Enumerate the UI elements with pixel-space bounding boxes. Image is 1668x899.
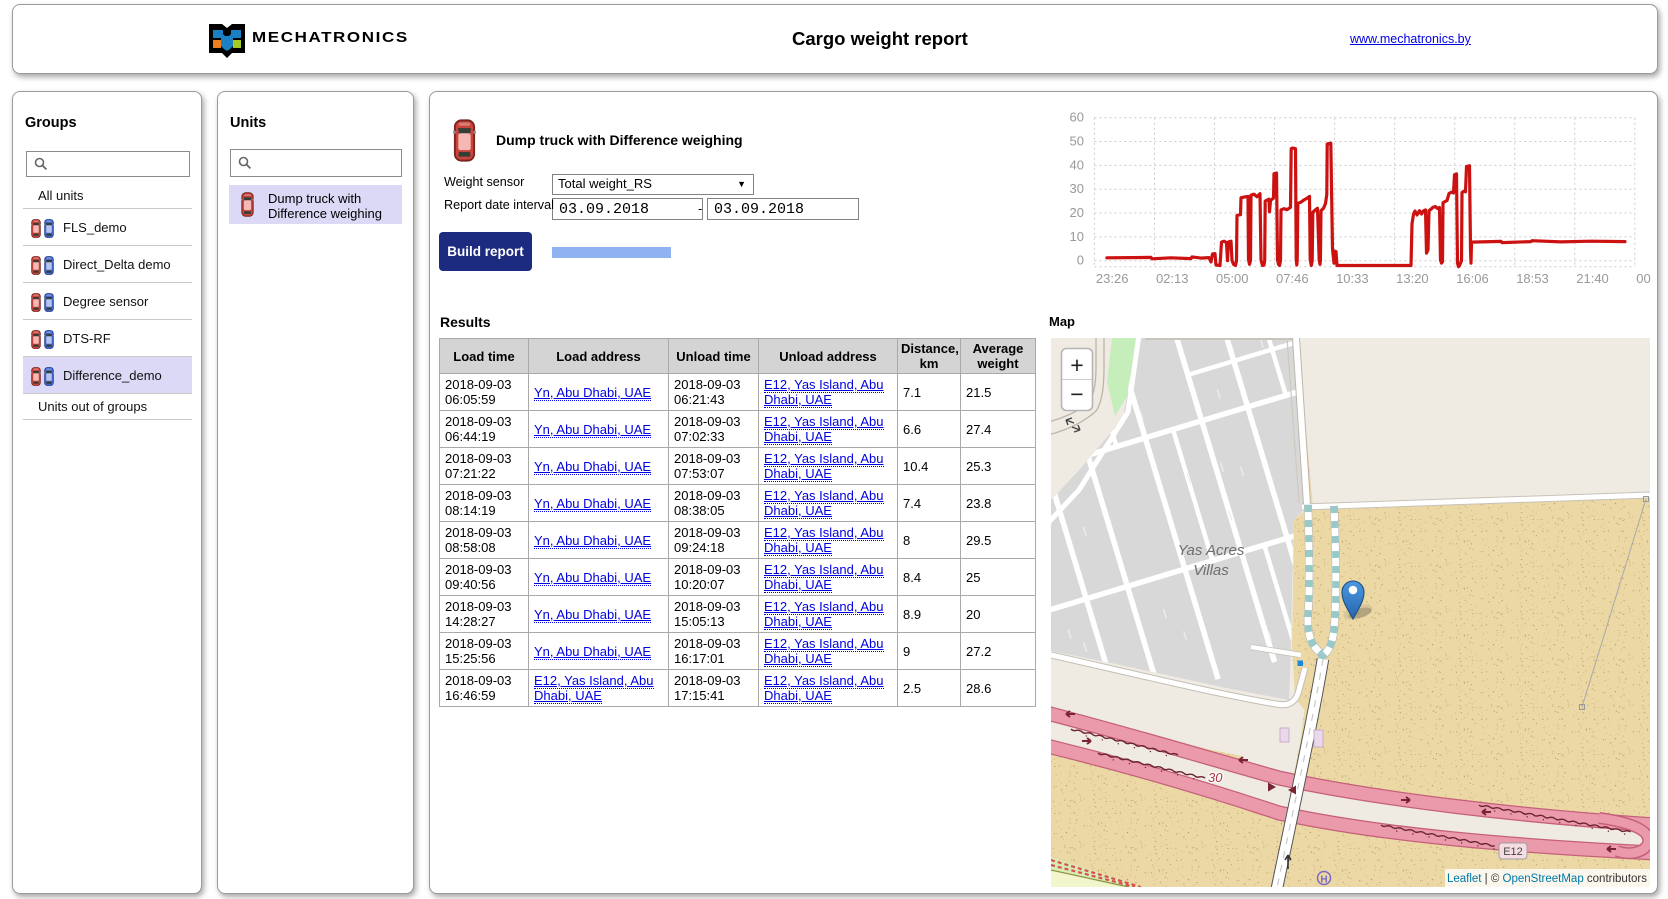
svg-text:10:33: 10:33 (1336, 271, 1369, 286)
svg-text:07:46: 07:46 (1276, 271, 1309, 286)
svg-text:50: 50 (1070, 134, 1084, 149)
svg-text:18:53: 18:53 (1516, 271, 1549, 286)
svg-text:30: 30 (1070, 181, 1084, 196)
svg-text:Villas: Villas (1193, 562, 1229, 579)
svg-text:60: 60 (1070, 110, 1084, 125)
svg-text:40: 40 (1070, 157, 1084, 172)
svg-text:+: + (1070, 352, 1083, 378)
svg-text:05:00: 05:00 (1216, 271, 1249, 286)
svg-text:0: 0 (1077, 253, 1084, 268)
svg-text:Yas Acres: Yas Acres (1178, 542, 1245, 559)
svg-text:13:20: 13:20 (1396, 271, 1429, 286)
svg-text:02:13: 02:13 (1156, 271, 1189, 286)
svg-text:−: − (1070, 381, 1083, 407)
svg-text:16:06: 16:06 (1456, 271, 1489, 286)
svg-text:30: 30 (1208, 770, 1223, 785)
svg-text:E12: E12 (1503, 846, 1523, 858)
svg-text:23:26: 23:26 (1096, 271, 1129, 286)
svg-text:H: H (1320, 875, 1327, 886)
svg-text:21:40: 21:40 (1576, 271, 1609, 286)
svg-text:Leaflet | © OpenStreetMap cont: Leaflet | © OpenStreetMap contributors (1447, 873, 1647, 885)
svg-text:00: 00 (1636, 271, 1650, 286)
svg-text:20: 20 (1070, 205, 1084, 220)
svg-text:10: 10 (1070, 229, 1084, 244)
